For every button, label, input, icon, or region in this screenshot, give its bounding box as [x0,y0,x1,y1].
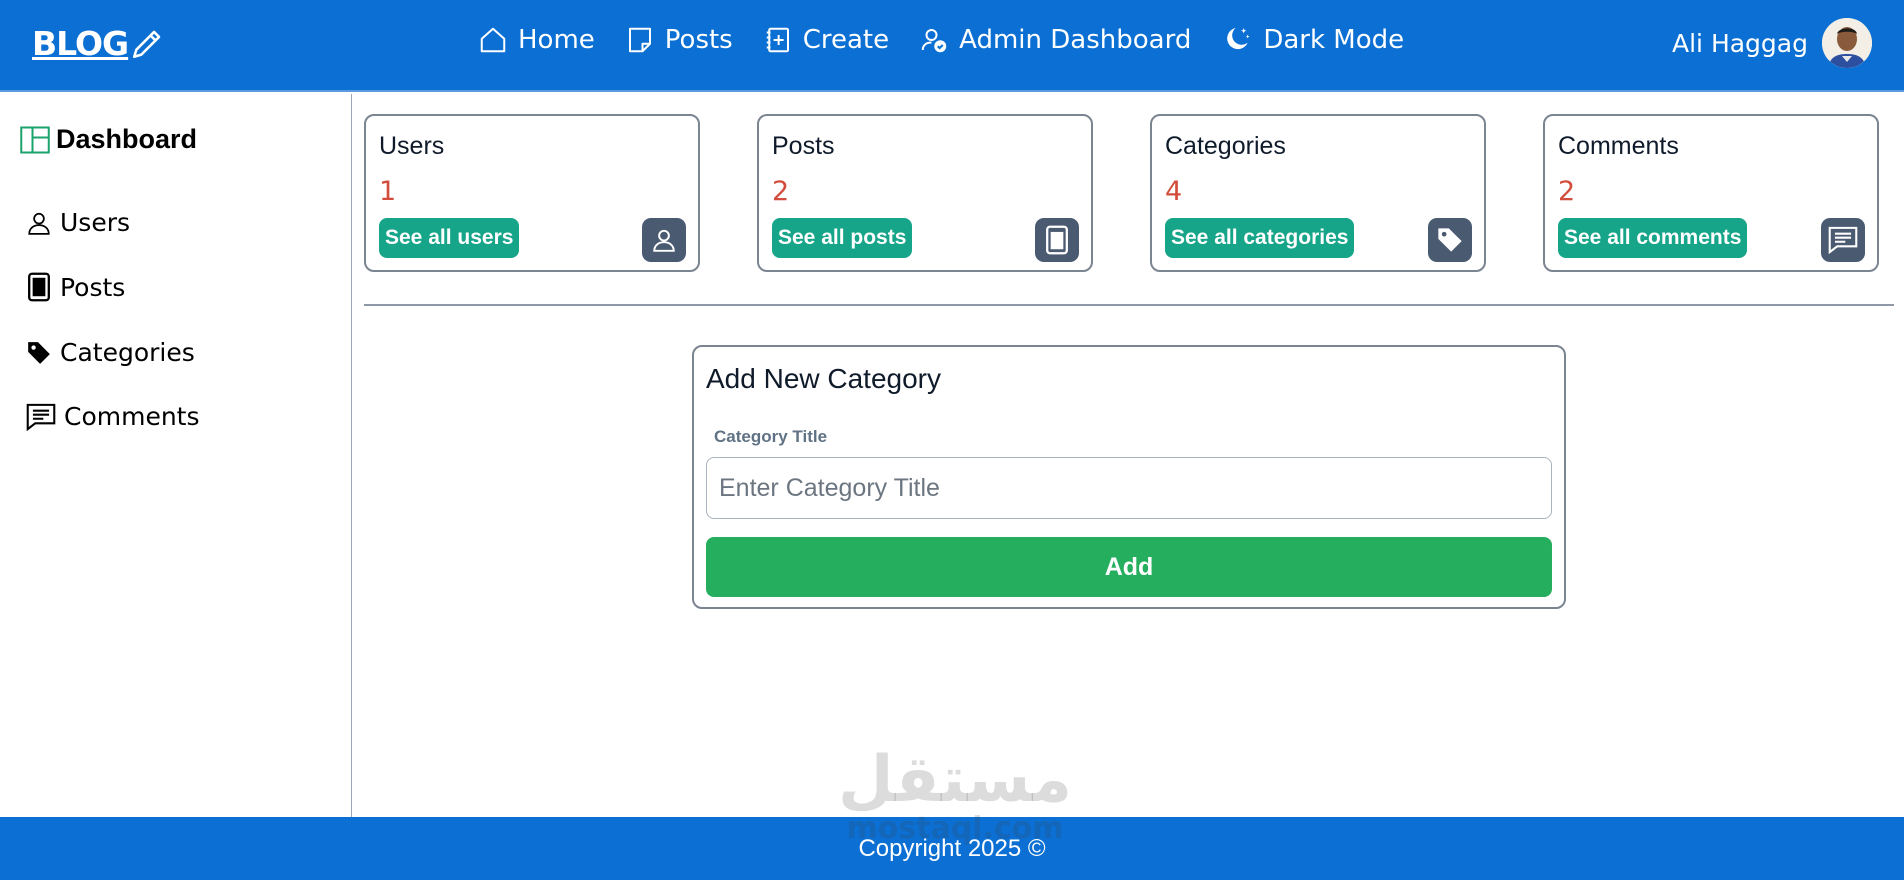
users-card: Users 1 See all users [364,114,700,272]
dashboard-icon [20,126,50,153]
user-name[interactable]: Ali Haggag [1672,29,1808,58]
card-title: Users [379,132,445,160]
home-icon [480,27,506,53]
see-all-categories-button[interactable]: See all categories [1165,218,1355,258]
categories-card: Categories 4 See all categories [1150,114,1486,272]
stats-cards: Users 1 See all users Posts 2 See all po… [364,114,1880,272]
tag-icon [28,341,50,364]
avatar-image [1822,18,1872,68]
nav-home[interactable]: Home [478,25,595,55]
add-category-button[interactable]: Add [706,537,1552,597]
see-all-users-button[interactable]: See all users [379,218,520,258]
nav-posts-label: Posts [664,25,733,55]
card-title: Comments [1558,132,1679,160]
sidebar-item-label: Categories [60,338,195,367]
posts-card: Posts 2 See all posts [757,114,1093,272]
comment-icon [26,403,56,431]
nav-dark-mode-label: Dark Mode [1263,25,1405,55]
main-nav: Home Posts Create Admin Dashboard Dark M… [478,24,1434,56]
sidebar-item-label: Users [60,208,131,237]
nav-admin-dashboard[interactable]: Admin Dashboard [919,25,1191,55]
logo-text[interactable]: BLOG [32,24,129,63]
pencil-icon [133,30,161,58]
watermark-arabic: مستقل [837,743,1073,817]
card-title: Categories [1165,132,1286,160]
card-count: 1 [379,176,397,207]
comment-icon [1821,218,1865,262]
post-icon [28,272,50,302]
nav-create-label: Create [802,25,890,55]
divider [364,304,1894,306]
sidebar-item-label: Comments [64,402,200,431]
sidebar-item-categories[interactable]: Categories [26,338,195,367]
avatar[interactable] [1822,18,1872,68]
nav-dark-mode[interactable]: Dark Mode [1221,24,1404,56]
form-title: Add New Category [706,363,942,394]
add-category-form: Add New Category Category Title Add [692,345,1566,609]
sidebar-item-label: Posts [60,272,126,302]
user-menu[interactable]: Ali Haggag [1672,18,1872,68]
comments-card: Comments 2 See all comments [1543,114,1879,272]
card-count: 2 [1558,176,1576,207]
tag-icon [1428,218,1472,262]
sidebar: Dashboard Users Posts Categories Comment… [0,94,352,818]
footer: Copyright 2025 © [0,817,1904,880]
logo[interactable]: BLOG [32,24,164,63]
sidebar-item-posts[interactable]: Posts [26,272,125,302]
category-title-label: Category Title [714,427,828,446]
top-navbar: BLOG Home Posts Create Admin Dashboard D… [0,0,1904,92]
nav-create[interactable]: Create [763,25,889,55]
user-icon [28,212,50,235]
card-count: 2 [772,176,790,207]
category-title-input[interactable] [706,457,1552,519]
create-icon [766,27,789,53]
card-title: Posts [772,132,835,160]
post-icon [1035,218,1079,262]
see-all-comments-button[interactable]: See all comments [1558,218,1748,258]
posts-icon [628,27,651,53]
nav-home-label: Home [518,25,595,55]
user-icon [642,218,686,262]
moon-icon [1227,28,1250,50]
sidebar-title[interactable]: Dashboard [20,124,197,155]
card-count: 4 [1165,176,1183,207]
copyright-text: Copyright 2025 © [858,834,1046,862]
sidebar-title-label: Dashboard [56,124,198,154]
see-all-posts-button[interactable]: See all posts [772,218,913,258]
nav-posts[interactable]: Posts [625,25,733,55]
admin-user-icon [921,29,947,53]
sidebar-item-comments[interactable]: Comments [26,402,200,431]
nav-admin-dashboard-label: Admin Dashboard [959,25,1192,55]
sidebar-item-users[interactable]: Users [26,208,130,237]
